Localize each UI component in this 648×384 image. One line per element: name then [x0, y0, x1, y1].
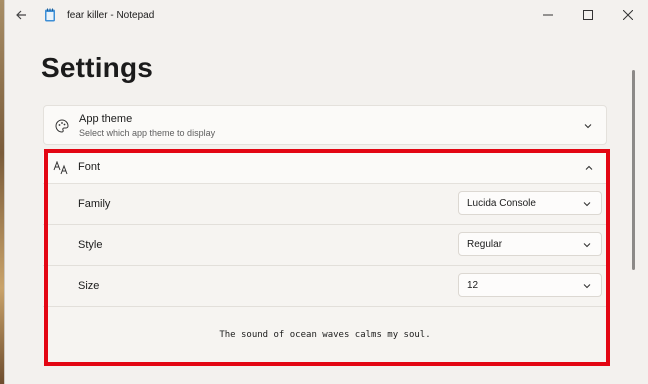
minimize-button[interactable] — [528, 0, 568, 30]
window-controls — [528, 0, 648, 30]
chevron-up-icon — [583, 162, 595, 174]
font-family-dropdown[interactable]: Lucida Console — [458, 191, 602, 215]
app-theme-card[interactable]: App theme Select which app theme to disp… — [43, 105, 607, 145]
font-size-row: Size 12 — [43, 266, 607, 307]
font-preview-text: The sound of ocean waves calms my soul. — [219, 330, 431, 340]
settings-content: Settings App theme Select which app them… — [5, 30, 638, 384]
notepad-window: fear killer - Notepad Settings App theme… — [4, 0, 648, 384]
font-size-label: Size — [78, 280, 100, 292]
close-button[interactable] — [608, 0, 648, 30]
maximize-button[interactable] — [568, 0, 608, 30]
font-title: Font — [78, 161, 101, 173]
font-style-row: Style Regular — [43, 225, 607, 266]
app-theme-title: App theme — [79, 113, 133, 125]
back-arrow-icon — [16, 10, 26, 20]
font-family-value: Lucida Console — [467, 197, 536, 209]
font-expander-header[interactable]: Font — [43, 152, 607, 184]
chevron-down-icon — [582, 120, 594, 132]
maximize-icon — [583, 10, 593, 20]
title-bar: fear killer - Notepad — [5, 0, 648, 30]
page-title: Settings — [41, 52, 154, 83]
notepad-app-icon — [43, 8, 57, 22]
chevron-down-icon — [581, 198, 593, 210]
font-style-label: Style — [78, 239, 103, 251]
font-family-row: Family Lucida Console — [43, 184, 607, 225]
font-settings-section: Font Family Lucida Console Style Regular — [43, 152, 607, 363]
vertical-scrollbar[interactable] — [632, 70, 635, 270]
font-size-value: 12 — [467, 279, 479, 291]
app-theme-subtitle: Select which app theme to display — [79, 128, 216, 138]
chevron-down-icon — [581, 280, 593, 292]
font-icon — [53, 160, 69, 176]
close-icon — [623, 10, 633, 20]
chevron-down-icon — [581, 239, 593, 251]
window-title: fear killer - Notepad — [67, 9, 155, 21]
font-style-value: Regular — [467, 238, 503, 250]
font-size-dropdown[interactable]: 12 — [458, 273, 602, 297]
back-button[interactable] — [7, 1, 35, 29]
font-style-dropdown[interactable]: Regular — [458, 232, 602, 256]
minimize-icon — [543, 14, 553, 16]
font-family-label: Family — [78, 198, 111, 210]
palette-icon — [54, 118, 70, 134]
